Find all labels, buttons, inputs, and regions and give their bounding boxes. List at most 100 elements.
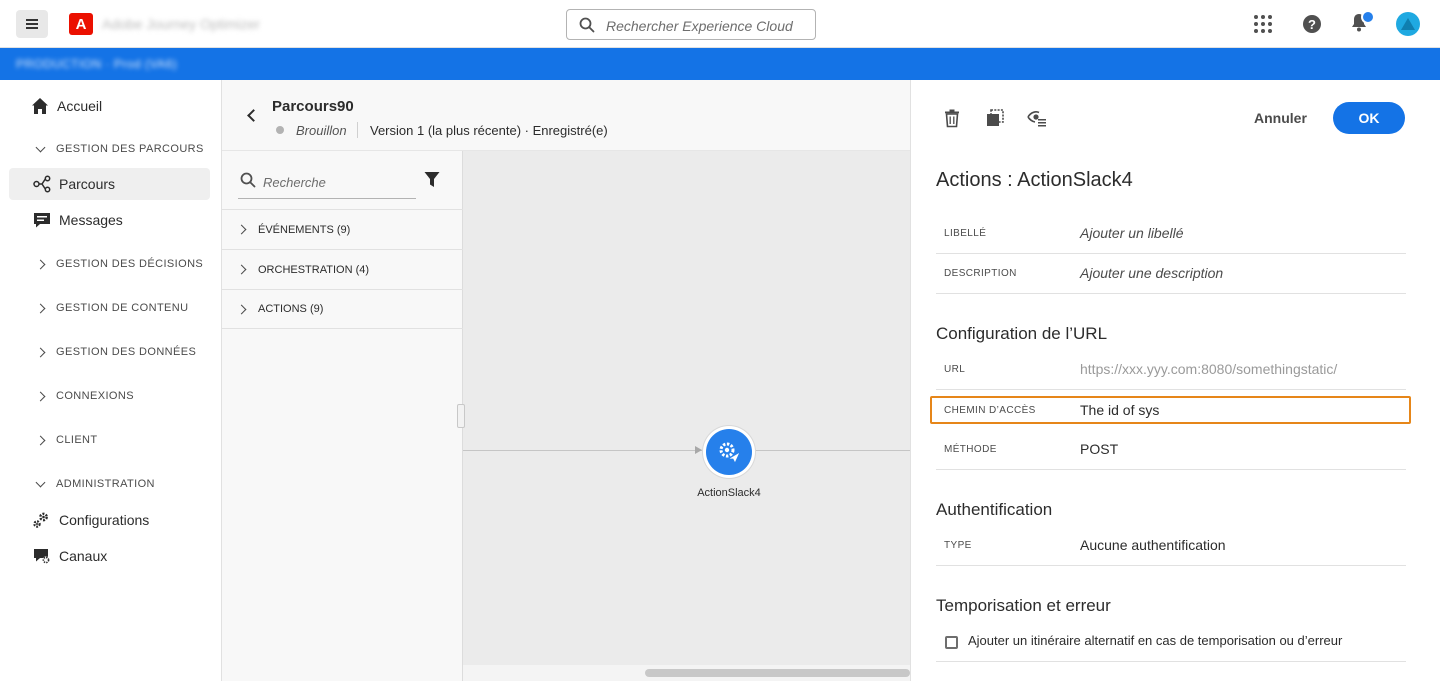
palette-category-label: ORCHESTRATION (4) xyxy=(258,263,370,276)
chevron-down-icon xyxy=(34,483,46,486)
home-icon xyxy=(32,98,48,114)
nav-item-journeys[interactable]: Parcours xyxy=(9,168,210,200)
nav-item-home[interactable]: Accueil xyxy=(9,90,210,122)
label-field-row[interactable]: LIBELLÉ Ajouter un libellé xyxy=(936,214,1406,254)
filter-icon[interactable] xyxy=(424,171,440,188)
timeout-error-heading: Temporisation et erreur xyxy=(936,596,1111,615)
duplicate-icon[interactable] xyxy=(985,108,1005,128)
notification-badge xyxy=(1361,10,1375,24)
nav-section-content-management[interactable]: GESTION DE CONTENU xyxy=(34,298,189,318)
palette-resize-handle[interactable] xyxy=(457,404,465,428)
action-properties-panel: Annuler OK Actions : ActionSlack4 LIBELL… xyxy=(910,80,1440,681)
cancel-button[interactable]: Annuler xyxy=(1234,102,1327,134)
path-input[interactable]: The id of sys xyxy=(1080,402,1159,418)
channels-icon xyxy=(34,549,50,564)
view-hide-icon[interactable] xyxy=(1027,108,1047,128)
help-icon[interactable]: ? xyxy=(1303,15,1321,33)
horizontal-scrollbar[interactable] xyxy=(645,669,910,677)
label-input[interactable]: Ajouter un libellé xyxy=(1080,225,1184,241)
chevron-right-icon xyxy=(34,305,46,312)
panel-title: Actions : ActionSlack4 xyxy=(936,169,1133,191)
nav-item-channels[interactable]: Canaux xyxy=(9,540,210,572)
divider xyxy=(357,122,358,138)
nav-section-label: GESTION DE CONTENU xyxy=(56,302,189,314)
search-icon xyxy=(240,172,256,188)
hamburger-menu-button[interactable] xyxy=(16,10,48,38)
delete-trash-icon[interactable] xyxy=(942,108,962,128)
activity-palette: Recherche ÉVÉNEMENTS (9) ORCHESTRATION (… xyxy=(222,151,463,681)
description-input[interactable]: Ajouter une description xyxy=(1080,265,1223,281)
authentication-heading: Authentification xyxy=(936,500,1053,519)
field-label: LIBELLÉ xyxy=(944,228,987,239)
chevron-down-icon xyxy=(34,148,46,151)
top-bar: A Adobe Journey Optimizer Rechercher Exp… xyxy=(0,0,1440,48)
nav-label: Canaux xyxy=(59,548,108,564)
message-icon xyxy=(34,213,50,228)
app-name[interactable]: Adobe Journey Optimizer xyxy=(102,16,260,32)
gears-icon xyxy=(33,512,48,528)
chevron-right-icon xyxy=(34,349,46,356)
nav-section-client[interactable]: CLIENT xyxy=(34,430,98,450)
chevron-right-icon xyxy=(34,437,46,444)
status-dot xyxy=(276,126,284,134)
nav-label: Messages xyxy=(59,212,123,228)
chevron-right-icon xyxy=(238,226,245,233)
chevron-right-icon xyxy=(34,393,46,400)
auth-type-value: Aucune authentification xyxy=(1080,537,1226,553)
nav-section-data-management[interactable]: GESTION DES DONNÉES xyxy=(34,342,196,362)
palette-category-orchestration[interactable]: ORCHESTRATION (4) xyxy=(222,249,463,289)
nav-section-label: GESTION DES DONNÉES xyxy=(56,346,197,358)
field-label: DESCRIPTION xyxy=(944,268,1017,279)
nav-section-label: CONNEXIONS xyxy=(56,390,134,402)
nav-section-label: ADMINISTRATION xyxy=(56,478,155,490)
checkbox-label[interactable]: Ajouter un itinéraire alternatif en cas … xyxy=(968,633,1342,648)
chevron-right-icon xyxy=(238,266,245,273)
method-value: POST xyxy=(1080,441,1119,457)
action-node-label: ActionSlack4 xyxy=(697,487,761,499)
timeout-path-checkbox[interactable] xyxy=(945,636,958,649)
adobe-logo[interactable]: A xyxy=(69,13,93,35)
nav-item-messages[interactable]: Messages xyxy=(9,204,210,236)
url-field-row: URL https://xxx.yyy.com:8080/somethingst… xyxy=(936,350,1406,390)
action-node[interactable] xyxy=(703,426,755,478)
apps-grid-icon[interactable] xyxy=(1254,15,1272,33)
journey-canvas[interactable]: ActionSlack4 xyxy=(457,151,910,681)
nav-section-label: GESTION DES PARCOURS xyxy=(56,143,204,155)
nav-section-connections[interactable]: CONNEXIONS xyxy=(34,386,134,406)
journey-title[interactable]: Parcours90 xyxy=(272,98,354,115)
palette-category-label: ÉVÉNEMENTS (9) xyxy=(258,223,351,236)
field-label: TYPE xyxy=(944,540,972,551)
chevron-right-icon xyxy=(34,261,46,268)
field-label: MÉTHODE xyxy=(944,444,997,455)
journey-icon xyxy=(33,175,51,193)
search-placeholder: Rechercher Experience Cloud xyxy=(606,18,793,34)
connector-arrow xyxy=(695,446,702,454)
field-label: CHEMIN D’ACCÈS xyxy=(944,405,1036,416)
palette-search-input[interactable]: Recherche xyxy=(238,169,416,199)
ok-button[interactable]: OK xyxy=(1333,102,1405,134)
custom-action-icon xyxy=(719,442,741,464)
timeout-option-row[interactable]: Ajouter un itinéraire alternatif en cas … xyxy=(936,628,1406,662)
nav-label: Accueil xyxy=(57,98,103,114)
search-placeholder: Recherche xyxy=(263,175,326,190)
nav-section-decision-management[interactable]: GESTION DES DÉCISIONS xyxy=(34,254,203,274)
description-field-row[interactable]: DESCRIPTION Ajouter une description xyxy=(936,254,1406,294)
palette-category-label: ACTIONS (9) xyxy=(258,303,324,315)
global-search-input[interactable]: Rechercher Experience Cloud xyxy=(566,9,816,40)
palette-category-events[interactable]: ÉVÉNEMENTS (9) xyxy=(222,209,463,249)
nav-section-label: CLIENT xyxy=(56,434,98,446)
journey-header: Parcours90 Brouillon Version 1 (la plus … xyxy=(222,80,910,151)
path-field-row[interactable]: CHEMIN D’ACCÈS The id of sys xyxy=(930,396,1411,424)
chevron-right-icon xyxy=(238,306,245,313)
user-avatar[interactable] xyxy=(1396,12,1420,36)
nav-section-administration[interactable]: ADMINISTRATION xyxy=(34,474,155,494)
nav-label: Parcours xyxy=(59,176,116,192)
palette-category-actions[interactable]: ACTIONS (9) xyxy=(222,289,463,329)
nav-section-journey-management[interactable]: GESTION DES PARCOURS xyxy=(34,139,204,159)
method-field-row: MÉTHODE POST xyxy=(936,430,1406,470)
sandbox-switcher[interactable]: PRODUCTION · Prod (VA6) xyxy=(16,57,177,71)
back-chevron-icon[interactable] xyxy=(246,108,256,122)
journey-status: Brouillon xyxy=(296,123,347,138)
nav-item-configurations[interactable]: Configurations xyxy=(9,504,210,536)
url-config-heading: Configuration de l’URL xyxy=(936,324,1108,343)
